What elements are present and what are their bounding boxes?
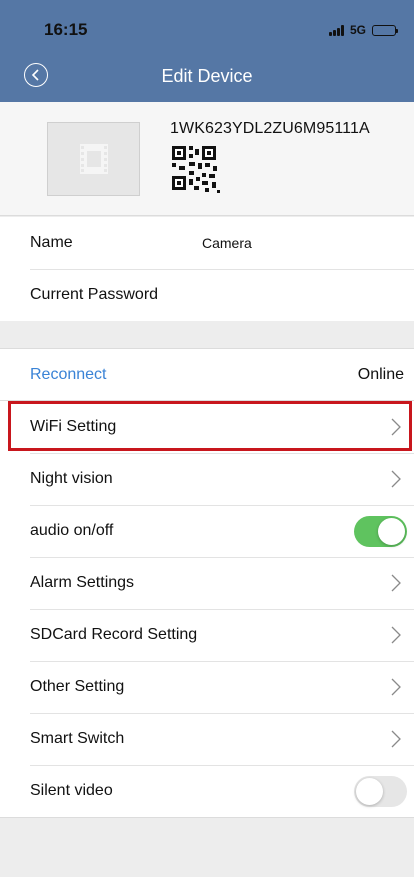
status-indicators: 5G [328,23,398,37]
audio-toggle[interactable] [354,516,407,547]
settings-row-label: SDCard Record Setting [30,626,198,643]
silent-video-toggle[interactable] [354,776,407,807]
settings-row-other[interactable]: Other Setting [0,661,414,713]
name-label: Name [30,234,73,251]
status-bar: 16:15 5G [0,0,414,50]
film-icon [79,144,108,174]
signal-icon [328,24,344,36]
page-title: Edit Device [161,66,253,86]
settings-group: WiFi Setting Night vision audio on/off A… [0,400,414,818]
qr-code-icon[interactable] [172,146,220,194]
chevron-right-icon [391,626,401,644]
device-uid: 1WK623YDL2ZU6M95111A [170,120,370,137]
battery-icon [372,24,398,36]
settings-row-label: Alarm Settings [30,574,135,591]
settings-row-label: Other Setting [30,678,125,695]
toggle-knob [356,778,383,805]
name-value[interactable]: Camera [202,235,252,251]
settings-row-alarm[interactable]: Alarm Settings [0,557,414,609]
device-thumbnail[interactable] [47,122,140,196]
chevron-right-icon [391,678,401,696]
settings-row-audio: audio on/off [0,505,414,557]
settings-row-wifi[interactable]: WiFi Setting [0,401,414,453]
settings-row-silent-video: Silent video [0,765,414,817]
settings-row-label: Smart Switch [30,730,125,747]
name-row[interactable]: Name Camera [0,217,414,269]
chevron-right-icon [391,470,401,488]
status-time: 16:15 [44,20,88,39]
device-info-group: Name Camera Current Password [0,217,414,321]
current-password-label: Current Password [30,286,159,303]
reconnect-button[interactable]: Reconnect [30,366,107,384]
settings-row-label: audio on/off [30,522,114,539]
current-password-row[interactable]: Current Password [0,269,414,321]
chevron-right-icon [391,418,401,436]
settings-row-label: Night vision [30,470,113,487]
settings-row-smart-switch[interactable]: Smart Switch [0,713,414,765]
chevron-right-icon [391,574,401,592]
connection-status: Online [357,366,404,383]
device-header: 1WK623YDL2ZU6M95111A [0,102,414,216]
toggle-knob [378,518,405,545]
settings-row-label: Silent video [30,782,113,799]
chevron-right-icon [391,730,401,748]
connection-group: Reconnect Online [0,348,414,402]
settings-row-label: WiFi Setting [30,418,117,435]
network-type: 5G [349,23,366,37]
settings-row-sdcard[interactable]: SDCard Record Setting [0,609,414,661]
settings-row-night-vision[interactable]: Night vision [0,453,414,505]
reconnect-row[interactable]: Reconnect Online [0,349,414,401]
nav-bar: Edit Device [0,50,414,102]
